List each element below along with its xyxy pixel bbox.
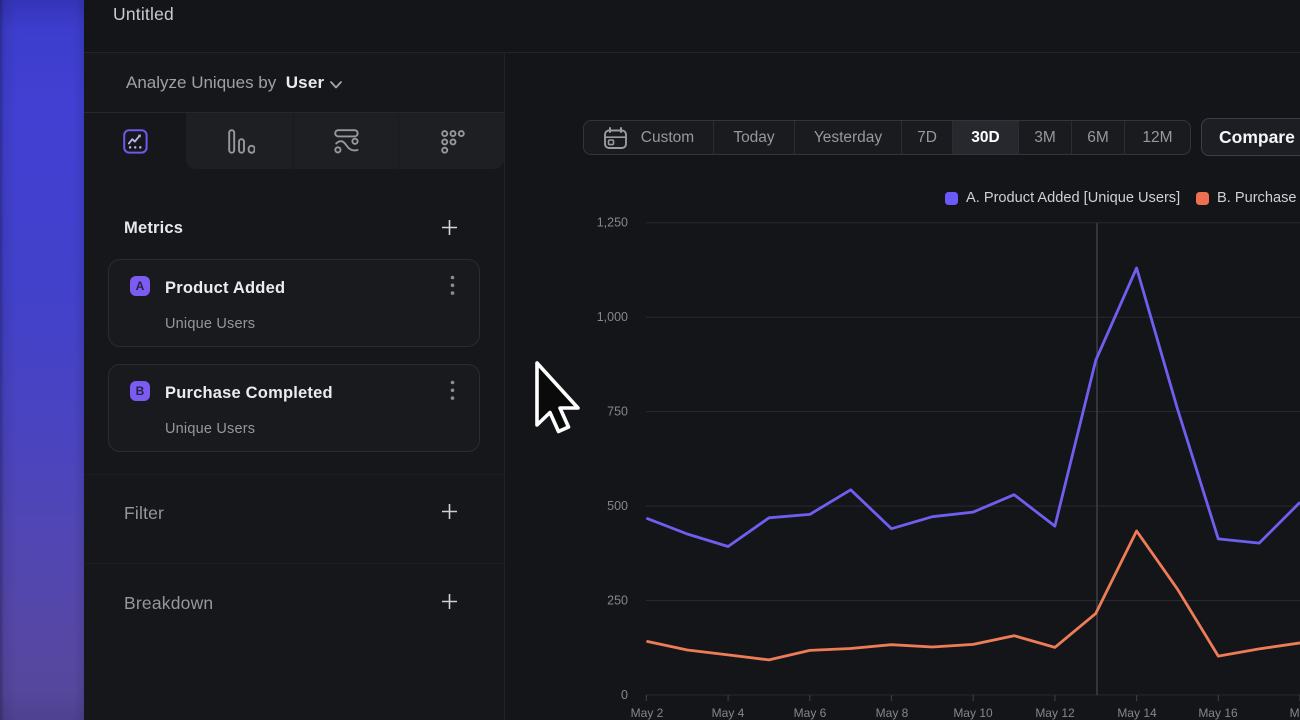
svg-text:750: 750 [607, 405, 628, 419]
svg-text:May 2: May 2 [631, 706, 664, 720]
svg-text:500: 500 [607, 499, 628, 513]
svg-text:1,250: 1,250 [597, 216, 628, 230]
svg-text:May 4: May 4 [712, 706, 745, 720]
svg-text:May 10: May 10 [953, 706, 993, 720]
svg-text:Ma: Ma [1290, 706, 1300, 720]
svg-text:0: 0 [621, 688, 628, 702]
svg-text:May 14: May 14 [1117, 706, 1157, 720]
svg-text:May 8: May 8 [876, 706, 909, 720]
svg-text:1,000: 1,000 [597, 310, 628, 324]
svg-text:May 6: May 6 [794, 706, 827, 720]
svg-text:250: 250 [607, 594, 628, 608]
svg-text:May 12: May 12 [1035, 706, 1075, 720]
svg-text:May 16: May 16 [1198, 706, 1238, 720]
